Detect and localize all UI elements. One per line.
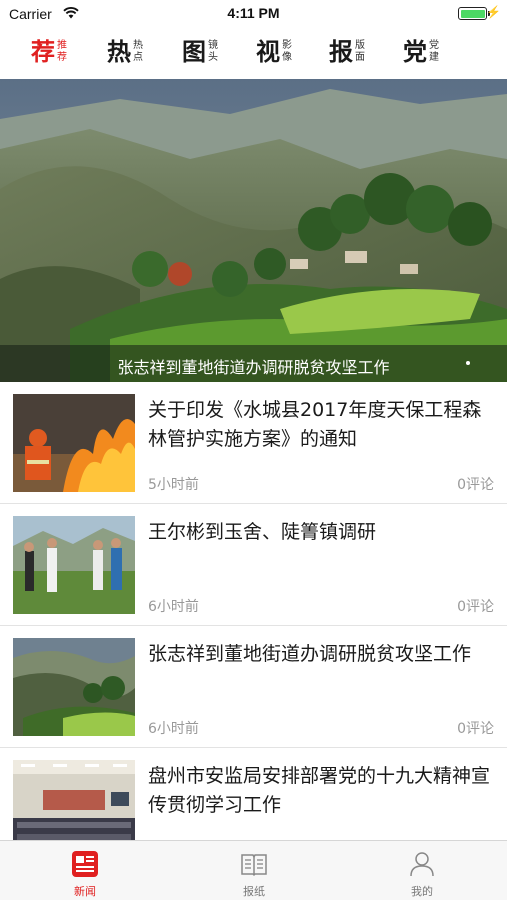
- tab-hot-sub-1: 热: [133, 40, 143, 51]
- category-tabs: 荐 推 荐 热 热 点 图 镜 头 视 影 像 报 版 面 党 党 建: [0, 28, 507, 76]
- tab-hot-glyph: 热: [107, 38, 131, 66]
- tab-party-sub: 党 建: [429, 40, 439, 64]
- tab-party-sub-2: 建: [429, 52, 439, 63]
- profile-icon: [410, 852, 434, 877]
- news-item[interactable]: 张志祥到董地街道办调研脱贫攻坚工作 6小时前 0评论: [0, 626, 507, 748]
- tab-recommend-glyph: 荐: [31, 38, 55, 66]
- tab-paper-layout-glyph: 报: [329, 38, 353, 66]
- news-comment-count[interactable]: 0评论: [457, 474, 494, 494]
- news-icon: [72, 851, 98, 877]
- bottom-tab-news-label: 新闻: [74, 885, 96, 898]
- news-comment-count[interactable]: 0评论: [457, 596, 494, 616]
- news-time: 6小时前: [148, 599, 199, 615]
- tab-paper-layout[interactable]: 报 版 面: [329, 28, 365, 76]
- bottom-tab-bar: 新闻 报纸 我的: [0, 840, 507, 900]
- hero-banner[interactable]: 张志祥到董地街道办调研脱贫攻坚工作: [0, 79, 507, 382]
- battery-icon: [458, 7, 487, 20]
- bottom-tab-news[interactable]: 新闻: [40, 841, 130, 900]
- charging-bolt-icon: ⚡: [486, 5, 501, 19]
- hero-image: [0, 79, 507, 382]
- tab-hot-sub-2: 点: [133, 52, 143, 63]
- news-list: 关于印发《水城县2017年度天保工程森林管护实施方案》的通知 5小时前 0评论: [0, 382, 507, 870]
- battery-fill: [460, 9, 485, 18]
- news-item[interactable]: 王尔彬到玉舍、陡箐镇调研 6小时前 0评论: [0, 504, 507, 626]
- tab-video[interactable]: 视 影 像: [256, 28, 292, 76]
- news-item[interactable]: 关于印发《水城县2017年度天保工程森林管护实施方案》的通知 5小时前 0评论: [0, 382, 507, 504]
- clock: 4:11 PM: [227, 5, 280, 21]
- tab-video-sub-2: 像: [282, 52, 292, 63]
- tab-recommend[interactable]: 荐 推 荐: [31, 28, 67, 76]
- tab-photo-sub-2: 头: [208, 52, 218, 63]
- tab-recommend-sub-2: 荐: [57, 52, 67, 63]
- news-thumbnail: [13, 516, 135, 614]
- bottom-tab-profile[interactable]: 我的: [377, 841, 467, 900]
- tab-photo-glyph: 图: [182, 38, 206, 66]
- news-title: 张志祥到董地街道办调研脱贫攻坚工作: [148, 643, 472, 665]
- bottom-tab-profile-label: 我的: [411, 885, 433, 898]
- tab-photo-sub: 镜 头: [208, 40, 218, 64]
- news-comment-count[interactable]: 0评论: [457, 718, 494, 738]
- tab-recommend-sub-1: 推: [57, 40, 67, 51]
- tab-party-sub-1: 党: [429, 40, 439, 51]
- tab-photo-sub-1: 镜: [208, 40, 218, 51]
- news-thumbnail: [13, 638, 135, 736]
- tab-hot-sub: 热 点: [133, 40, 143, 64]
- hero-caption: 张志祥到董地街道办调研脱贫攻坚工作: [117, 358, 390, 377]
- news-time: 6小时前: [148, 721, 199, 737]
- news-time: 5小时前: [148, 477, 199, 493]
- carousel-page-dot[interactable]: [466, 361, 470, 365]
- newspaper-icon: [241, 854, 267, 877]
- tab-party-glyph: 党: [403, 38, 427, 66]
- bottom-tab-newspaper-label: 报纸: [243, 885, 265, 898]
- tab-photo[interactable]: 图 镜 头: [182, 28, 218, 76]
- news-title: 盘州市安监局安排部署党的十九大精神宣传贯彻学习工作: [148, 765, 491, 816]
- tab-paper-layout-sub-2: 面: [355, 52, 365, 63]
- status-bar: Carrier 4:11 PM ⚡: [0, 0, 507, 28]
- news-title: 关于印发《水城县2017年度天保工程森林管护实施方案》的通知: [148, 399, 482, 450]
- news-title: 王尔彬到玉舍、陡箐镇调研: [148, 521, 377, 543]
- tab-party[interactable]: 党 党 建: [403, 28, 439, 76]
- news-thumbnail: [13, 394, 135, 492]
- tab-paper-layout-sub-1: 版: [355, 40, 365, 51]
- hero-caption-bar: 张志祥到董地街道办调研脱贫攻坚工作: [0, 345, 507, 382]
- app-root: Carrier 4:11 PM ⚡ 荐 推 荐 热 热 点 图 镜 头 视 影 …: [0, 0, 507, 900]
- tab-paper-layout-sub: 版 面: [355, 40, 365, 64]
- tab-recommend-sub: 推 荐: [57, 40, 67, 64]
- tab-hot[interactable]: 热 热 点: [107, 28, 143, 76]
- tab-video-sub: 影 像: [282, 40, 292, 64]
- bottom-tab-newspaper[interactable]: 报纸: [209, 841, 299, 900]
- tab-video-sub-1: 影: [282, 40, 292, 51]
- tab-video-glyph: 视: [256, 38, 280, 66]
